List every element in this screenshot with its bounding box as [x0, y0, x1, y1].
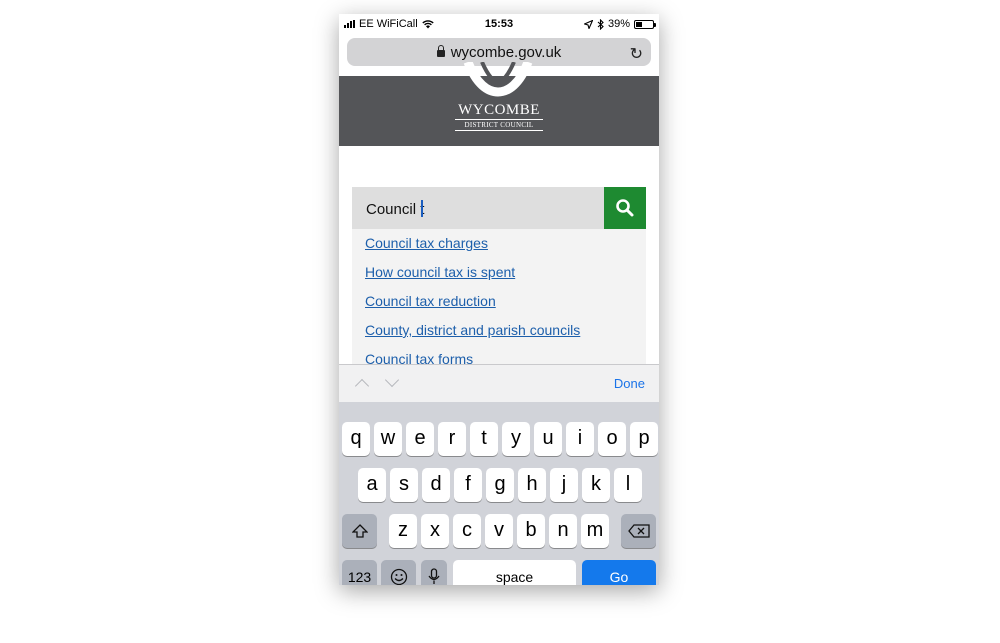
key-x[interactable]: x: [421, 514, 449, 548]
shift-key[interactable]: [342, 514, 377, 548]
backspace-key[interactable]: [621, 514, 656, 548]
shift-icon: [350, 524, 369, 538]
key-f[interactable]: f: [454, 468, 482, 502]
search-icon: [616, 199, 634, 217]
site-header: WYCOMBE DISTRICT COUNCIL: [339, 62, 659, 146]
key-j[interactable]: j: [550, 468, 578, 502]
done-button[interactable]: Done: [614, 376, 645, 391]
url-text: wycombe.gov.uk: [450, 44, 562, 61]
key-p[interactable]: p: [630, 422, 658, 456]
search-input-value: Council t: [366, 201, 425, 218]
location-arrow-icon: [583, 19, 593, 29]
key-c[interactable]: c: [453, 514, 481, 548]
keyboard-accessory-bar: Done: [339, 364, 659, 402]
search-suggestions: Council tax charges How council tax is s…: [352, 229, 646, 367]
lock-icon: [436, 45, 445, 57]
key-o[interactable]: o: [598, 422, 626, 456]
status-bar: EE WiFiCall 15:53 39%: [339, 14, 659, 34]
logo-title: WYCOMBE: [458, 102, 540, 118]
key-a[interactable]: a: [358, 468, 386, 502]
battery-percent: 39%: [607, 18, 630, 30]
key-s[interactable]: s: [390, 468, 418, 502]
suggestion-link[interactable]: Council tax reduction: [365, 293, 496, 309]
suggestion-link[interactable]: County, district and parish councils: [365, 322, 580, 338]
space-key[interactable]: space: [453, 560, 576, 585]
reload-icon[interactable]: ↻: [630, 44, 643, 64]
key-n[interactable]: n: [549, 514, 577, 548]
emoji-icon: [390, 568, 407, 585]
url-display: wycombe.gov.uk: [347, 44, 651, 61]
key-b[interactable]: b: [517, 514, 545, 548]
numbers-key[interactable]: 123: [342, 560, 377, 585]
battery-icon: [634, 19, 656, 29]
text-caret: [421, 200, 423, 217]
key-q[interactable]: q: [342, 422, 370, 456]
keyboard: qwertyuiop asdfghjkl zxcvbnm 123 space G…: [339, 402, 659, 585]
suggestion-link[interactable]: How council tax is spent: [365, 264, 515, 280]
key-d[interactable]: d: [422, 468, 450, 502]
previous-field-icon[interactable]: [354, 378, 370, 394]
emoji-key[interactable]: [381, 560, 416, 585]
dictation-key[interactable]: [421, 560, 447, 585]
key-t[interactable]: t: [470, 422, 498, 456]
suggestion-link[interactable]: Council tax charges: [365, 235, 488, 251]
council-logo-icon: [463, 62, 533, 97]
key-w[interactable]: w: [374, 422, 402, 456]
key-l[interactable]: l: [614, 468, 642, 502]
next-field-icon[interactable]: [384, 372, 400, 388]
search-button[interactable]: [604, 187, 646, 229]
key-z[interactable]: z: [389, 514, 417, 548]
bluetooth-icon: [597, 18, 604, 30]
go-key[interactable]: Go: [582, 560, 656, 585]
key-e[interactable]: e: [406, 422, 434, 456]
key-u[interactable]: u: [534, 422, 562, 456]
search-input[interactable]: Council t: [352, 187, 604, 229]
backspace-icon: [627, 524, 650, 538]
key-k[interactable]: k: [582, 468, 610, 502]
logo-subtitle: DISTRICT COUNCIL: [455, 119, 543, 131]
key-y[interactable]: y: [502, 422, 530, 456]
phone-screen: EE WiFiCall 15:53 39% wycombe.gov.uk ↻ W…: [339, 14, 659, 585]
key-v[interactable]: v: [485, 514, 513, 548]
status-right: 39%: [583, 18, 656, 30]
key-i[interactable]: i: [566, 422, 594, 456]
key-g[interactable]: g: [486, 468, 514, 502]
key-m[interactable]: m: [581, 514, 609, 548]
key-r[interactable]: r: [438, 422, 466, 456]
key-h[interactable]: h: [518, 468, 546, 502]
microphone-icon: [428, 568, 440, 584]
